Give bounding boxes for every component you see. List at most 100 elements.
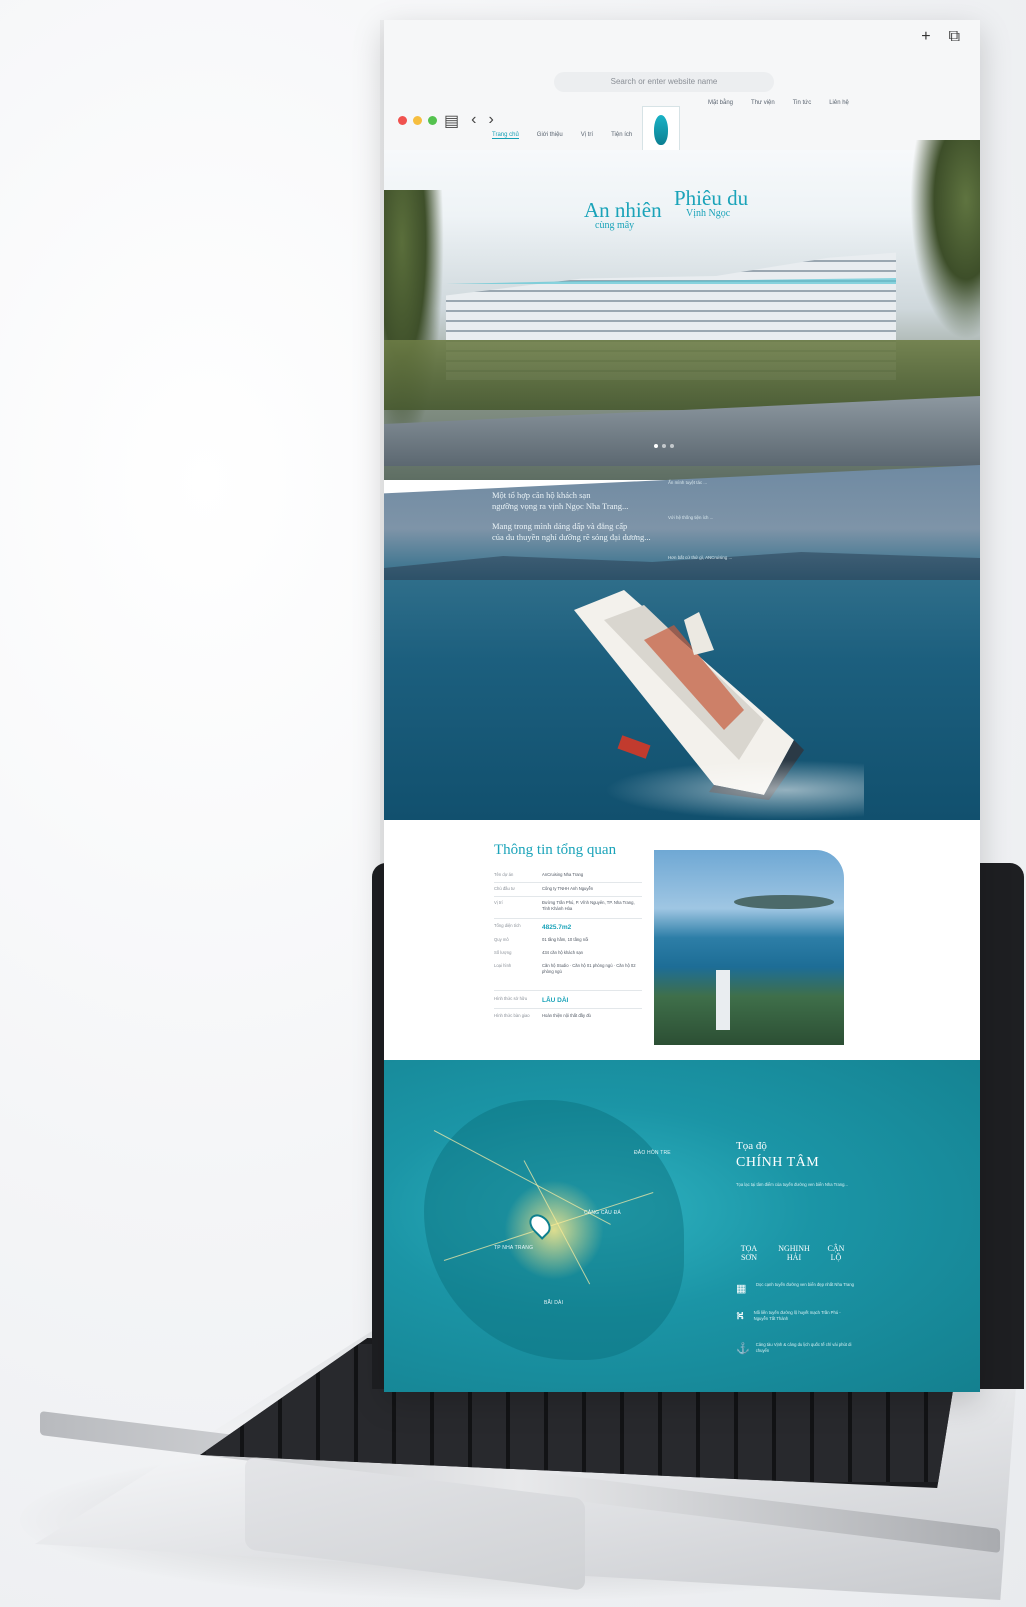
nav-item-home[interactable]: Trang chủ — [492, 132, 519, 139]
slider-dot[interactable] — [662, 444, 666, 448]
divider — [494, 882, 642, 883]
road-icon: ⛕ — [736, 1310, 745, 1322]
chrome-actions: + ⧉ — [921, 28, 960, 46]
sea-paragraph: Hơn bất cứ thứ gì, ANCruising ... — [668, 555, 733, 560]
window-controls — [398, 116, 437, 125]
plus-icon[interactable]: + — [921, 28, 930, 46]
nav-item-floorplan[interactable]: Mặt bằng — [708, 100, 733, 106]
overview-value: LÂU DÀI — [542, 997, 569, 1004]
overview-row: Loại hình Căn hộ Studio · Căn hộ 01 phòng… — [494, 963, 642, 975]
forward-icon[interactable]: › — [488, 111, 493, 131]
feature-item: ▦ Dọc cạnh tuyến đường ven biển đẹp nhất… — [736, 1282, 856, 1295]
maximize-dot[interactable] — [428, 116, 437, 125]
map-label-south: BÃI DÀI — [544, 1300, 564, 1306]
feature-item: ⚓ Cảng tàu Vịnh & cảng du lịch quốc tế c… — [736, 1342, 856, 1355]
nav-item-location[interactable]: Vị trí — [581, 132, 593, 139]
nav-item-news[interactable]: Tin tức — [793, 100, 811, 106]
overview-row: Hình thức sở hữu LÂU DÀI — [494, 996, 642, 1005]
sidebar-icon[interactable]: ▤ — [444, 111, 459, 131]
browser-window: ▤ ‹ › Search or enter website name + ⧉ T… — [384, 20, 980, 1392]
overview-key: Hình thức sở hữu — [494, 996, 528, 1001]
coord-description: Tọa lạc tại tâm điểm của tuyến đường ven… — [736, 1182, 848, 1187]
address-bar[interactable]: Search or enter website name — [554, 72, 774, 92]
hero-section: An nhiên cùng mây Phiêu du Vịnh Ngọc — [384, 140, 980, 480]
overview-key: Loại hình — [494, 963, 512, 968]
sea-intro: Một tổ hợp căn hộ khách sạn ngưỡng vọng … — [492, 490, 662, 544]
divider — [494, 990, 642, 991]
sea-intro-line: Mang trong mình dáng dấp và đẳng cấp — [492, 520, 628, 531]
feature-text: Nối liền tuyến đường lộ huyết mạch Trần … — [753, 1310, 841, 1322]
overview-value: Đường Trần Phú, P. Vĩnh Nguyên, TP. Nha … — [542, 900, 635, 912]
overview-key: Tổng diện tích — [494, 923, 521, 928]
building-icon: ▦ — [736, 1283, 747, 1295]
site-nav-right: Mặt bằng Thư viện Tin tức Liên hệ — [708, 100, 849, 106]
map-label-port: CẢNG CẦU ĐÁ — [584, 1210, 621, 1216]
overview-key: Vị trí — [494, 900, 503, 905]
triad-item: TỌA SƠN — [740, 1244, 758, 1262]
overview-value: Hoàn thiện nội thất đầy đủ — [542, 1013, 591, 1018]
sea-intro-line: của du thuyền nghỉ dưỡng rẽ sóng đại dươ… — [492, 532, 651, 543]
overview-row: Chủ đầu tư Công ty TNHH Anh Nguyễn — [494, 886, 642, 892]
nav-item-about[interactable]: Giới thiệu — [537, 132, 563, 139]
overview-row: Vị trí Đường Trần Phú, P. Vĩnh Nguyên, TP… — [494, 900, 642, 912]
site-nav-left: Trang chủ Giới thiệu Vị trí Tiện ích — [492, 132, 632, 139]
feature-item: ⛕ Nối liền tuyến đường lộ huyết mạch Trầ… — [736, 1310, 856, 1324]
overview-aerial-photo — [654, 850, 844, 1045]
palm-trees-right — [910, 140, 980, 340]
overview-key: Chủ đầu tư — [494, 886, 515, 891]
sea-paragraph: Ẩn mình tuyệt tác ... — [668, 480, 708, 485]
triad-item: CẬN LỘ — [827, 1244, 845, 1262]
overview-value: 434 căn hộ khách sạn — [542, 950, 583, 955]
overview-row: Tổng diện tích 4825.7m2 — [494, 923, 642, 932]
map-label-island: ĐẢO HÒN TRE — [634, 1150, 671, 1156]
overview-value: Căn hộ Studio · Căn hộ 01 phòng ngủ · Că… — [542, 963, 636, 975]
close-dot[interactable] — [398, 116, 407, 125]
back-icon[interactable]: ‹ — [471, 111, 476, 131]
tabs-icon[interactable]: ⧉ — [949, 28, 960, 46]
overview-row: Số lượng 434 căn hộ khách sạn — [494, 950, 642, 956]
overview-value: 01 tầng hầm, 10 tầng nổi — [542, 937, 589, 942]
sea-intro-line: ngưỡng vọng ra vịnh Ngọc Nha Trang... — [492, 501, 629, 512]
nav-item-gallery[interactable]: Thư viện — [751, 100, 775, 106]
hero-slider-dots — [654, 444, 674, 448]
scene: ▤ ‹ › Search or enter website name + ⧉ T… — [0, 0, 1026, 1607]
overview-row: Tên dự án AnCruising Nha Trang — [494, 872, 642, 878]
overview-key: Hình thức bàn giao — [494, 1013, 530, 1018]
nav-controls: ▤ ‹ › — [444, 111, 494, 131]
triad-item: NGHINH HẢI — [778, 1244, 810, 1262]
overview-row: Quy mô 01 tầng hầm, 10 tầng nổi — [494, 937, 642, 943]
anchor-icon: ⚓ — [736, 1343, 750, 1355]
overview-value: Công ty TNHH Anh Nguyễn — [542, 886, 594, 891]
slider-dot[interactable] — [654, 444, 658, 448]
minimize-dot[interactable] — [413, 116, 422, 125]
browser-chrome: ▤ ‹ › Search or enter website name + ⧉ T… — [384, 20, 980, 154]
divider — [494, 1008, 642, 1009]
coord-title-big: CHÍNH TÂM — [736, 1155, 820, 1170]
hero-sub-right: Vịnh Ngọc — [686, 208, 731, 219]
feature-text: Dọc cạnh tuyến đường ven biển đẹp nhất N… — [756, 1282, 854, 1287]
nav-item-amenities[interactable]: Tiện ích — [611, 132, 632, 139]
location-map-section: ĐẢO HÒN TRE CẢNG CẦU ĐÁ TP NHA TRANG BÃI… — [384, 1060, 980, 1392]
overview-key: Quy mô — [494, 937, 509, 942]
palm-trees-left — [384, 190, 444, 450]
coord-title: Tọa độ — [736, 1140, 767, 1152]
slider-dot[interactable] — [670, 444, 674, 448]
feature-text: Cảng tàu Vịnh & cảng du lịch quốc tế chỉ… — [755, 1342, 852, 1354]
map-label-center: TP NHA TRANG — [494, 1245, 534, 1251]
overview-row: Hình thức bàn giao Hoàn thiện nội thất đầ… — [494, 1013, 642, 1019]
photo-tower — [716, 970, 730, 1030]
sea-intro-line: Một tổ hợp căn hộ khách sạn — [492, 490, 591, 500]
hero-greenery — [384, 340, 980, 410]
overview-title: Thông tin tổng quan — [494, 842, 617, 858]
overview-key: Tên dự án — [494, 872, 514, 877]
nav-item-contact[interactable]: Liên hệ — [829, 100, 849, 106]
logo-mark-icon — [654, 115, 668, 145]
sea-paragraph: Với hệ thống tiện ích ... — [668, 515, 714, 520]
overview-key: Số lượng — [494, 950, 512, 955]
overview-value: 4825.7m2 — [542, 924, 572, 931]
ship-wake — [604, 760, 864, 820]
hero-sub-left: cùng mây — [595, 220, 635, 231]
overview-section: Thông tin tổng quan Tên dự án AnCruising … — [384, 820, 980, 1060]
divider — [494, 918, 642, 919]
site-logo[interactable] — [642, 106, 680, 154]
